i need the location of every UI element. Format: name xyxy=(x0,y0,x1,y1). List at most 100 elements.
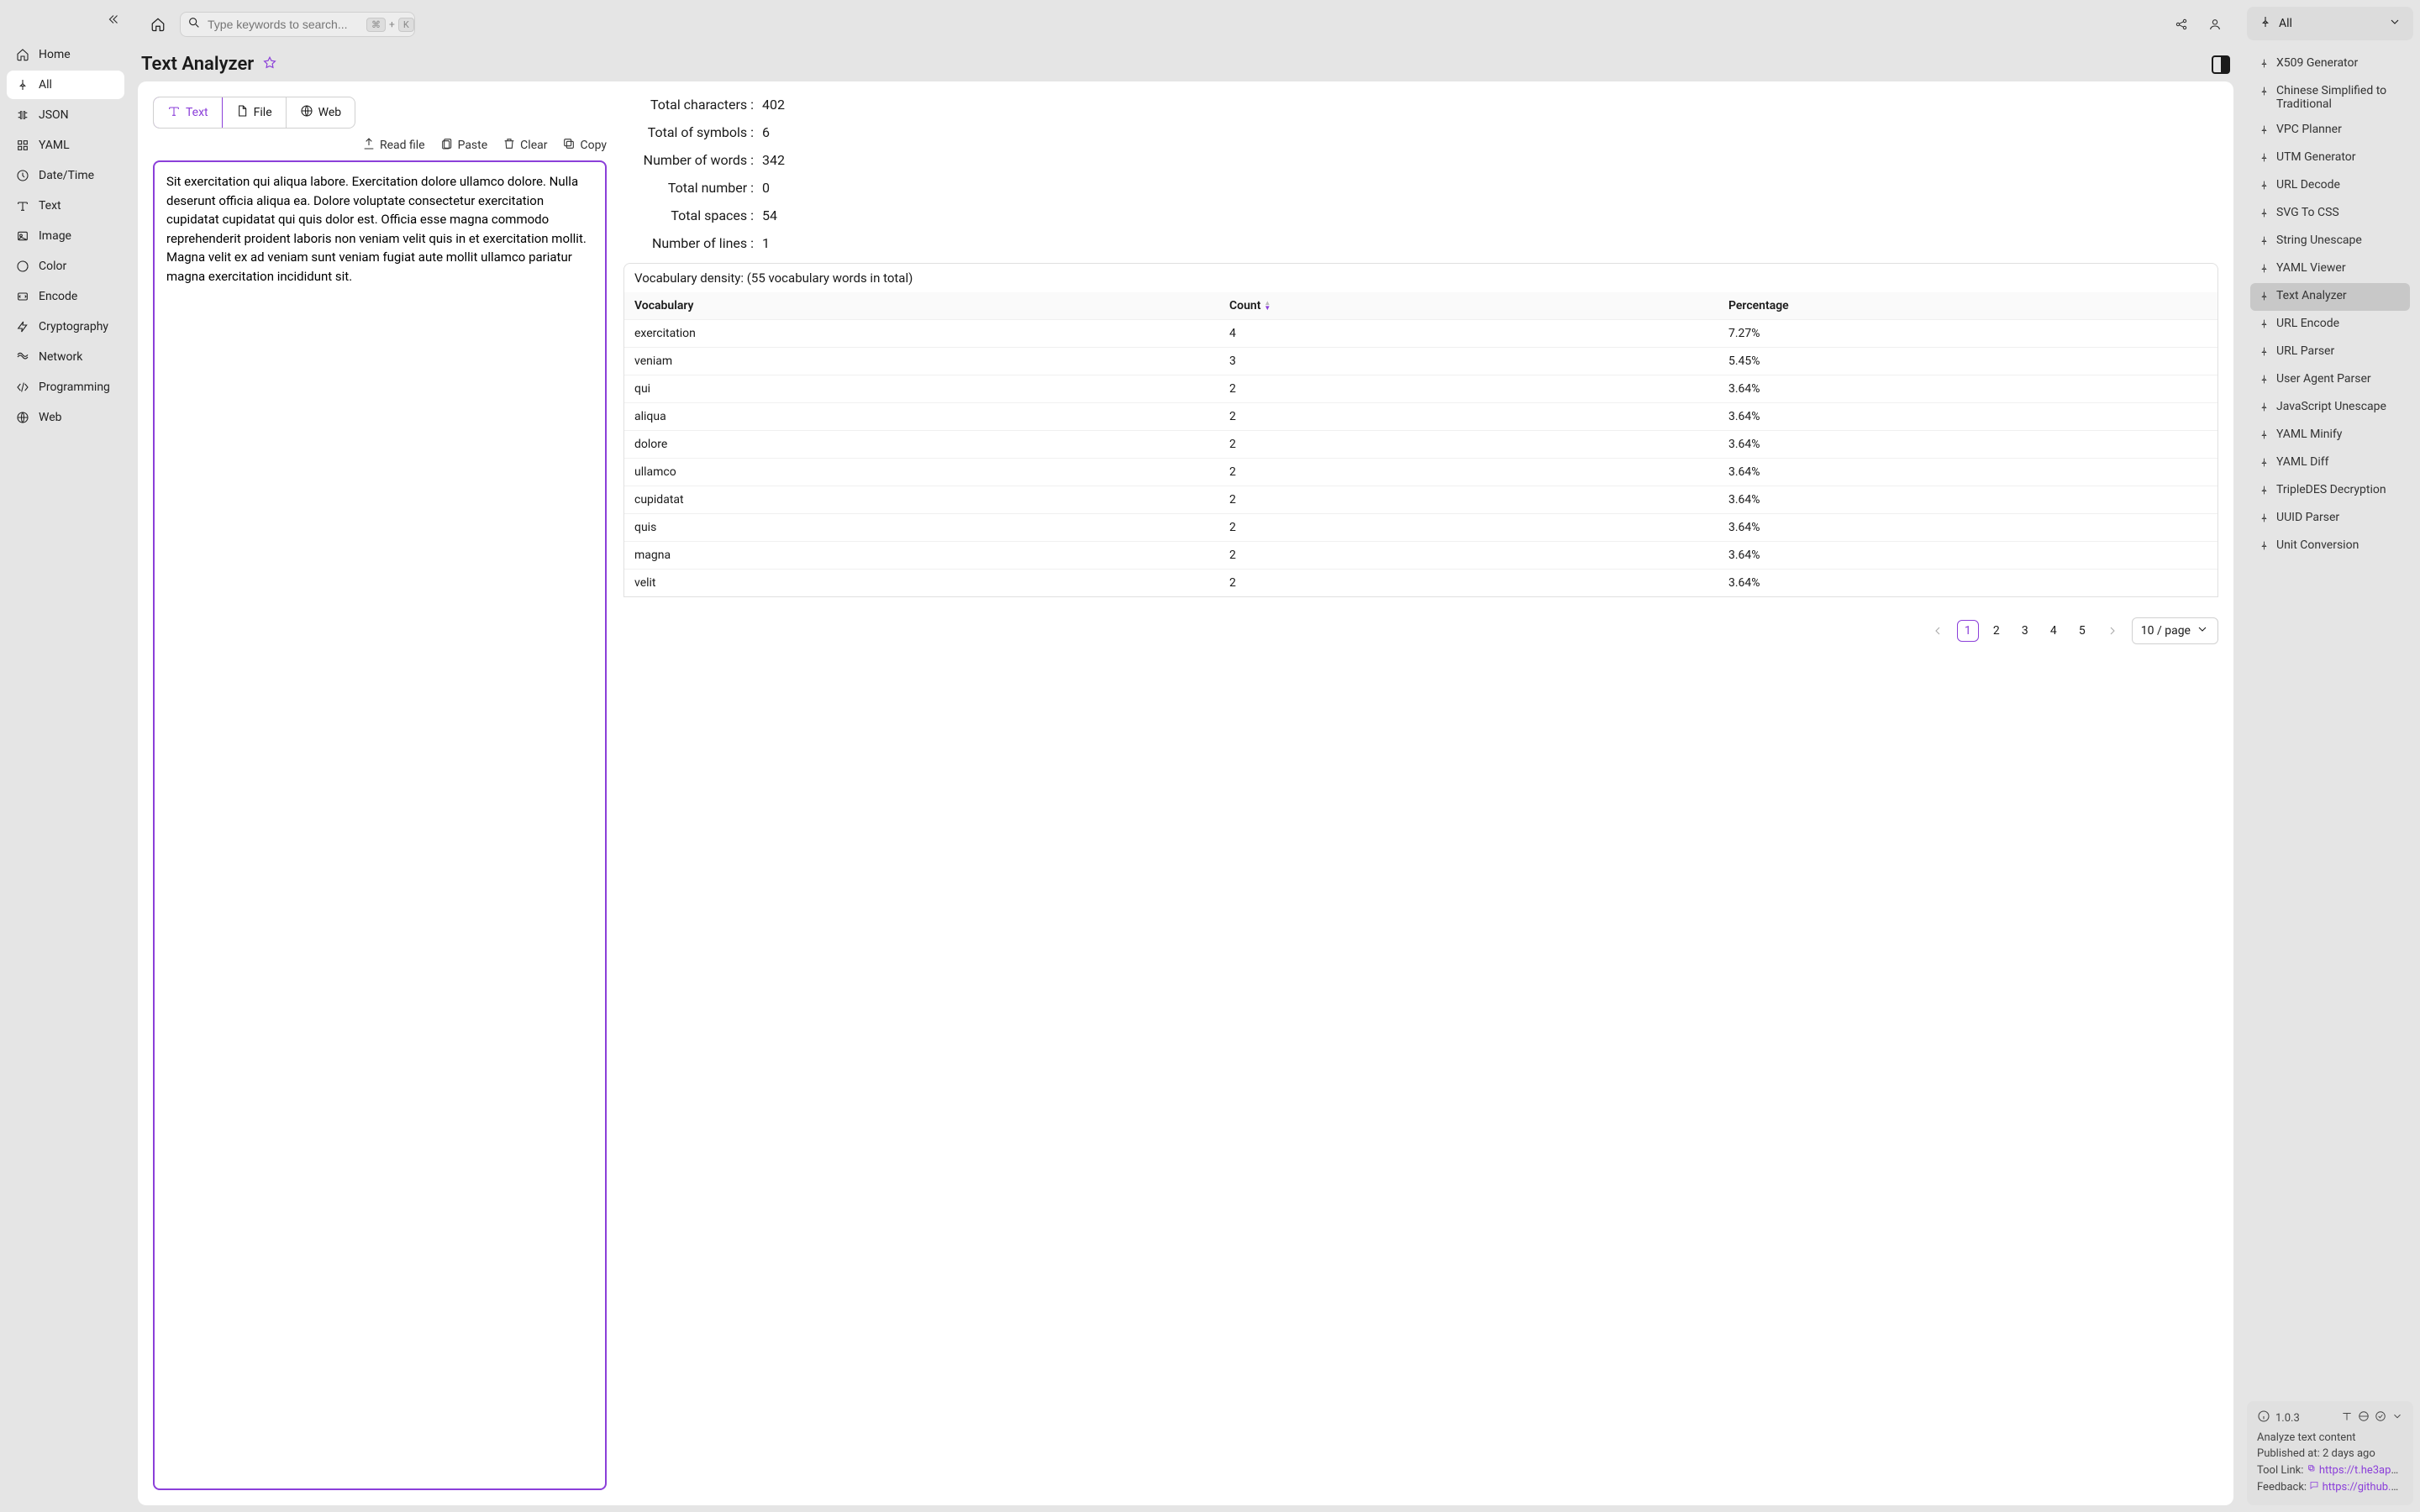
text-input[interactable]: Sit exercitation qui aliqua labore. Exer… xyxy=(153,160,607,1490)
table-row: quis23.64% xyxy=(624,513,2217,541)
pin-icon xyxy=(2259,180,2270,194)
page-1[interactable]: 1 xyxy=(1957,620,1979,642)
col-percentage[interactable]: Percentage xyxy=(1718,292,2217,319)
tool-item-x-generator[interactable]: X509 Generator xyxy=(2250,50,2410,78)
sidebar-item-encode[interactable]: Encode xyxy=(7,282,124,311)
tool-item-url-encode[interactable]: URL Encode xyxy=(2250,311,2410,339)
title-row: Text Analyzer xyxy=(138,49,2233,75)
page-prev[interactable] xyxy=(1927,620,1949,642)
page-size-select[interactable]: 10 / page xyxy=(2132,617,2218,644)
cell-count: 2 xyxy=(1219,570,1718,596)
read-file-button[interactable]: Read file xyxy=(362,137,425,154)
pagination: 12345 10 / page xyxy=(623,617,2218,644)
cell-count: 2 xyxy=(1219,542,1718,569)
sidebar-item-network[interactable]: Network xyxy=(7,343,124,371)
tool-item-label: SVG To CSS xyxy=(2276,206,2339,219)
tool-item-string-unescape[interactable]: String Unescape xyxy=(2250,228,2410,255)
sidebar-collapse-icon[interactable] xyxy=(106,12,121,30)
cell-vocab: ullamco xyxy=(624,459,1219,486)
search-box[interactable]: ⌘ + K xyxy=(180,12,415,37)
table-row: qui23.64% xyxy=(624,375,2217,402)
feedback-link[interactable]: https://github.com/… xyxy=(2323,1481,2403,1494)
col-vocabulary[interactable]: Vocabulary xyxy=(624,292,1219,319)
tool-item-text-analyzer[interactable]: Text Analyzer xyxy=(2250,283,2410,311)
sidebar-item-web[interactable]: Web xyxy=(7,403,124,432)
tool-item-label: TripleDES Decryption xyxy=(2276,483,2386,496)
tool-item-label: String Unescape xyxy=(2276,234,2362,247)
tool-item-svg-to-css[interactable]: SVG To CSS xyxy=(2250,200,2410,228)
tool-list[interactable]: X509 GeneratorChinese Simplified to Trad… xyxy=(2247,47,2413,1394)
copy-icon[interactable] xyxy=(2307,1464,2317,1477)
sidebar-item-date-time[interactable]: Date/Time xyxy=(7,161,124,190)
tool-item-label: UUID Parser xyxy=(2276,511,2339,524)
tool-item-yaml-diff[interactable]: YAML Diff xyxy=(2250,449,2410,477)
sidebar-item-cryptography[interactable]: Cryptography xyxy=(7,312,124,341)
main-panel: Text File Web Read file xyxy=(138,81,2233,1505)
sidebar-item-all[interactable]: All xyxy=(7,71,124,99)
pin-icon xyxy=(2259,540,2270,554)
sidebar-item-text[interactable]: Text xyxy=(7,192,124,220)
chevron-down-icon[interactable] xyxy=(2391,1410,2403,1425)
cell-pct: 3.64% xyxy=(1718,542,2217,569)
shortcut-hint: ⌘ + K xyxy=(366,18,414,32)
search-input[interactable] xyxy=(208,18,360,31)
tool-item-chinese-simplified-to-traditional[interactable]: Chinese Simplified to Traditional xyxy=(2250,78,2410,117)
globe-icon xyxy=(2358,1410,2370,1425)
copy-button[interactable]: Copy xyxy=(562,137,607,154)
tool-item-url-decode[interactable]: URL Decode xyxy=(2250,172,2410,200)
sidebar-item-yaml[interactable]: YAML xyxy=(7,131,124,160)
stat-number-words: Number of words 342 xyxy=(623,152,2218,168)
panel-toggle-icon[interactable] xyxy=(2212,55,2230,74)
tool-item-user-agent-parser[interactable]: User Agent Parser xyxy=(2250,366,2410,394)
page-3[interactable]: 3 xyxy=(2014,620,2036,642)
share-icon[interactable] xyxy=(2171,14,2191,34)
pin-icon xyxy=(2259,429,2270,444)
tool-item-uuid-parser[interactable]: UUID Parser xyxy=(2250,505,2410,533)
tool-item-yaml-minify[interactable]: YAML Minify xyxy=(2250,422,2410,449)
tool-item-label: JavaScript Unescape xyxy=(2276,400,2386,413)
tool-link[interactable]: https://t.he3app.co… xyxy=(2319,1464,2403,1477)
tool-item-vpc-planner[interactable]: VPC Planner xyxy=(2250,117,2410,144)
tool-item-utm-generator[interactable]: UTM Generator xyxy=(2250,144,2410,172)
sidebar-item-color[interactable]: Color xyxy=(7,252,124,281)
chevron-down-icon xyxy=(2196,622,2209,639)
sidebar-item-home[interactable]: Home xyxy=(7,40,124,69)
paste-button[interactable]: Paste xyxy=(440,137,488,154)
sidebar-item-label: Programming xyxy=(39,381,110,394)
page-5[interactable]: 5 xyxy=(2071,620,2093,642)
tab-web[interactable]: Web xyxy=(287,97,355,128)
text-type-icon xyxy=(167,104,181,121)
home-button[interactable] xyxy=(146,13,170,36)
user-icon[interactable] xyxy=(2205,14,2225,34)
sidebar-item-label: Encode xyxy=(39,290,77,303)
cell-count: 2 xyxy=(1219,431,1718,458)
tab-file[interactable]: File xyxy=(222,97,287,128)
tool-item-yaml-viewer[interactable]: YAML Viewer xyxy=(2250,255,2410,283)
page-4[interactable]: 4 xyxy=(2043,620,2065,642)
clipboard-icon xyxy=(440,137,454,154)
check-circle-icon xyxy=(2375,1410,2386,1425)
tool-item-url-parser[interactable]: URL Parser xyxy=(2250,339,2410,366)
sidebar-item-label: Network xyxy=(39,350,82,364)
feedback-line: Feedback: https://github.com/… xyxy=(2257,1480,2403,1494)
clear-button[interactable]: Clear xyxy=(502,137,547,154)
tool-item-unit-conversion[interactable]: Unit Conversion xyxy=(2250,533,2410,560)
tool-item-tripledes-decryption[interactable]: TripleDES Decryption xyxy=(2250,477,2410,505)
favorite-star-icon[interactable] xyxy=(262,55,277,74)
tools-filter-all[interactable]: All xyxy=(2247,7,2413,40)
cell-pct: 7.27% xyxy=(1718,320,2217,347)
nav-icon xyxy=(15,77,30,92)
sidebar-item-image[interactable]: Image xyxy=(7,222,124,250)
tool-item-javascript-unescape[interactable]: JavaScript Unescape xyxy=(2250,394,2410,422)
page-2[interactable]: 2 xyxy=(1986,620,2007,642)
sidebar-item-json[interactable]: JSON xyxy=(7,101,124,129)
cell-count: 2 xyxy=(1219,514,1718,541)
nav-icon xyxy=(15,319,30,334)
col-count[interactable]: Count ▲▼ xyxy=(1219,292,1718,319)
sidebar-item-programming[interactable]: Programming xyxy=(7,373,124,402)
tab-text[interactable]: Text xyxy=(153,97,223,129)
cell-count: 3 xyxy=(1219,348,1718,375)
page-next[interactable] xyxy=(2102,620,2123,642)
cell-pct: 3.64% xyxy=(1718,403,2217,430)
nav-icon xyxy=(15,410,30,425)
